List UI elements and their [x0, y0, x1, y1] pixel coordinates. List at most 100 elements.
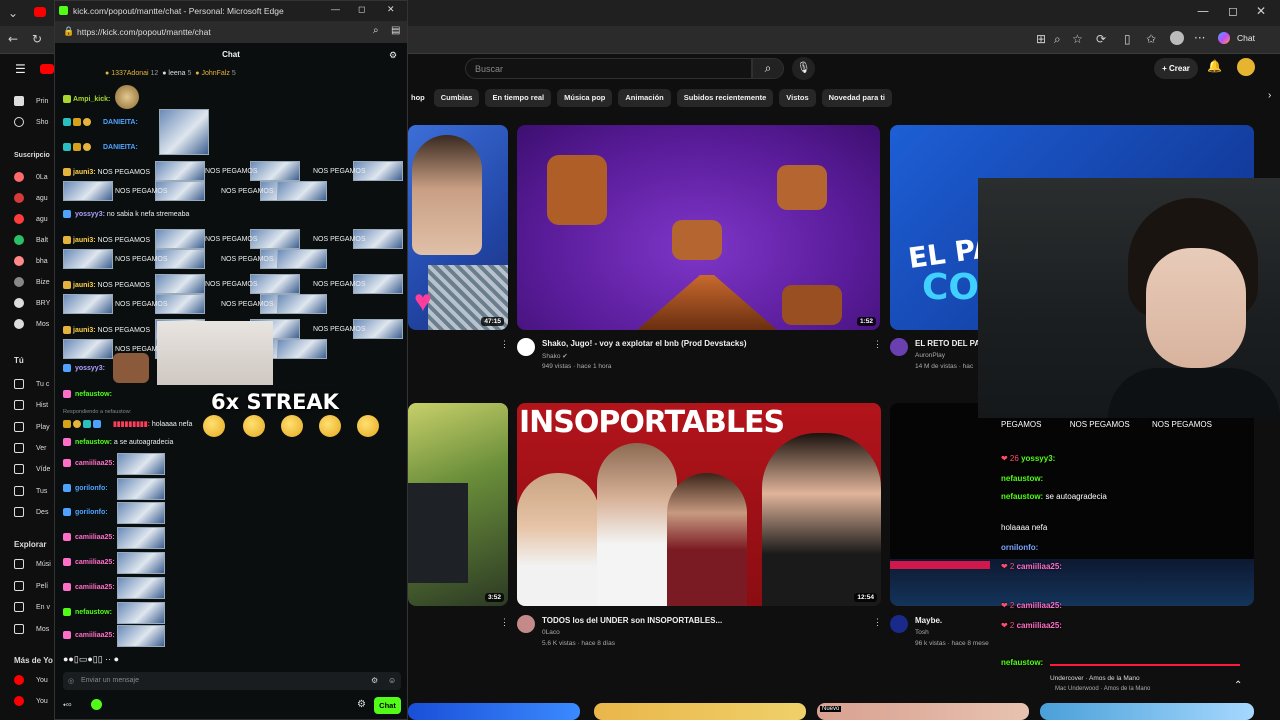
subscriptions-header[interactable]: Suscripcio	[14, 152, 50, 159]
tab-menu-icon[interactable]: ⌄	[8, 6, 18, 20]
chat-username[interactable]: Ampi_kick:	[73, 96, 110, 103]
chat-settings-icon[interactable]: ⚙	[389, 50, 397, 61]
sidebar-item-subscription[interactable]: Balt	[14, 235, 48, 245]
chat-username[interactable]: camiiliaa25:	[75, 632, 115, 639]
gifter-2[interactable]: ● leena 5	[162, 70, 191, 77]
back-icon[interactable]: ←	[8, 32, 18, 46]
chat-username[interactable]: nefaustow:	[75, 439, 112, 446]
sidebar-item-you[interactable]: Hist	[14, 400, 48, 411]
create-button[interactable]: + Crear	[1154, 58, 1198, 79]
edge-chat-button[interactable]: Chat	[1237, 33, 1255, 43]
maximize-icon[interactable]: ◻	[358, 4, 365, 15]
sidebar-item-subscription[interactable]: Bize	[14, 277, 50, 287]
zoom-icon[interactable]: ⌕	[373, 25, 379, 36]
channel-avatar[interactable]	[517, 615, 535, 633]
video-channel[interactable]: AuronPlay	[915, 352, 945, 359]
video-thumbnail[interactable]	[408, 703, 580, 720]
sidebar-item-explore[interactable]: Mos	[14, 623, 49, 634]
chevron-up-icon[interactable]: ⌃	[1234, 680, 1242, 691]
sidebar-item-explore[interactable]: En v	[14, 602, 50, 612]
avatar[interactable]	[1237, 58, 1255, 76]
channel-avatar[interactable]	[890, 615, 908, 633]
video-thumbnail[interactable]	[1040, 703, 1254, 720]
chat-username[interactable]: camiiliaa25:	[75, 584, 115, 591]
chip-subidos-recientemente[interactable]: Subidos recientemente	[676, 89, 774, 107]
favorites-bar-icon[interactable]: ✩	[1146, 32, 1156, 46]
gifter-1[interactable]: ● 1337Adonai 12	[105, 70, 158, 77]
chat-username[interactable]: DANIEITA:	[103, 119, 138, 126]
video-channel[interactable]: 0Laco	[542, 629, 560, 636]
video-title[interactable]: EL RETO DEL PA	[915, 339, 980, 348]
video-menu-icon[interactable]: ⋮	[873, 339, 882, 350]
video-menu-icon[interactable]: ⋮	[873, 617, 882, 628]
more-icon[interactable]: ···	[1194, 31, 1205, 45]
sidebar-item-subscription[interactable]: agu	[14, 193, 48, 203]
chat-username[interactable]: jauni3:	[73, 282, 96, 289]
video-menu-icon[interactable]: ⋮	[500, 617, 509, 628]
kick-url-bar[interactable]: 🔒 https://kick.com/popout/mantte/chat ⌕ …	[55, 21, 407, 43]
you-header[interactable]: Tú	[14, 356, 24, 365]
zoom-icon[interactable]: ⌕	[1054, 32, 1061, 47]
channel-avatar[interactable]	[890, 338, 908, 356]
chat-message-input[interactable]: Enviar un mensaje	[63, 672, 401, 690]
points-icon[interactable]: ⬩∞	[63, 700, 72, 710]
favorite-icon[interactable]: ☆	[1072, 32, 1083, 46]
chat-username[interactable]: yossyy3:	[75, 365, 105, 372]
chip-novedad-para-ti[interactable]: Novedad para ti	[821, 89, 892, 107]
emote-picker-icon[interactable]: ⚙	[371, 676, 378, 685]
sidebar-item-subscription[interactable]: agu	[14, 214, 48, 224]
minimize-icon[interactable]: —	[331, 4, 340, 14]
app-icon[interactable]: ⊞	[1036, 32, 1046, 46]
settings-icon[interactable]: ⚙	[357, 699, 366, 710]
chat-username[interactable]: gorilonfo:	[75, 509, 108, 516]
chip-en-tiempo-real[interactable]: En tiempo real	[485, 89, 552, 107]
extensions-icon[interactable]: ⟳	[1096, 32, 1106, 46]
send-chat-button[interactable]: Chat	[374, 697, 401, 714]
sidebar-item-more-yt-2[interactable]: You	[14, 696, 48, 706]
video-title[interactable]: Shako, Jugo! - voy a explotar el bnb (Pr…	[542, 339, 747, 348]
minimize-icon[interactable]: —	[1197, 4, 1209, 18]
youtube-tab-icon[interactable]	[34, 7, 46, 17]
profile-icon[interactable]	[1170, 31, 1184, 45]
split-screen-icon[interactable]: ▯	[1124, 32, 1131, 46]
video-menu-icon[interactable]: ⋮	[500, 339, 509, 350]
video-channel[interactable]: Tosh	[915, 629, 929, 636]
chat-username[interactable]: nefaustow:	[75, 609, 112, 616]
sidebar-item-you[interactable]: Ver	[14, 442, 47, 453]
chips-next-icon[interactable]: ›	[1268, 90, 1271, 101]
chat-username[interactable]: yossyy3:	[75, 211, 105, 218]
video-thumbnail[interactable]: INSOPORTABLES 12:54	[517, 403, 881, 606]
reader-icon[interactable]: ▤	[391, 25, 400, 36]
chip-partial[interactable]: hop	[408, 89, 428, 107]
youtube-logo-icon[interactable]	[40, 64, 54, 74]
sidebar-item-more-yt-1[interactable]: You	[14, 675, 48, 685]
sidebar-item-subscription[interactable]: Mos	[14, 319, 49, 329]
chat-username[interactable]: camiiliaa25:	[75, 534, 115, 541]
bell-icon[interactable]: 🔔	[1207, 59, 1222, 73]
video-thumbnail[interactable]: 1:52	[517, 125, 880, 330]
chat-username[interactable]: DANIEITA:	[103, 144, 138, 151]
video-title[interactable]: Maybe.	[915, 616, 942, 625]
emote-bar[interactable]: ●●▯▭●▯▯ ·· ●	[63, 654, 119, 665]
channel-avatar[interactable]	[517, 338, 535, 356]
video-title[interactable]: TODOS los del UNDER son INSOPORTABLES...	[542, 616, 722, 625]
sidebar-item-shorts[interactable]: Sho	[14, 117, 48, 127]
chip-cumbias[interactable]: Cumbias	[433, 89, 480, 107]
sidebar-item-you[interactable]: Víde	[14, 464, 50, 475]
video-thumbnail[interactable]	[890, 403, 1254, 606]
sidebar-item-subscription[interactable]: 0La	[14, 172, 48, 182]
kick-coin-icon[interactable]	[91, 699, 102, 710]
maximize-icon[interactable]: ◻	[1228, 4, 1238, 18]
video-thumbnail[interactable]	[594, 703, 806, 720]
video-thumbnail[interactable]: Nuevo	[817, 703, 1029, 720]
chip-animacion[interactable]: Animación	[618, 89, 671, 107]
chip-vistos[interactable]: Vistos	[779, 89, 816, 107]
smile-icon[interactable]: ☺	[388, 676, 396, 685]
video-channel[interactable]: Shako ✔	[542, 352, 568, 360]
chip-musica-pop[interactable]: Música pop	[557, 89, 613, 107]
video-thumbnail[interactable]: 3:52	[408, 403, 508, 606]
chat-username[interactable]: jauni3:	[73, 327, 96, 334]
sidebar-item-you[interactable]: Play	[14, 421, 50, 432]
microphone-icon[interactable]: 🎙	[792, 57, 815, 80]
sidebar-item-home[interactable]: Prin	[14, 96, 48, 106]
